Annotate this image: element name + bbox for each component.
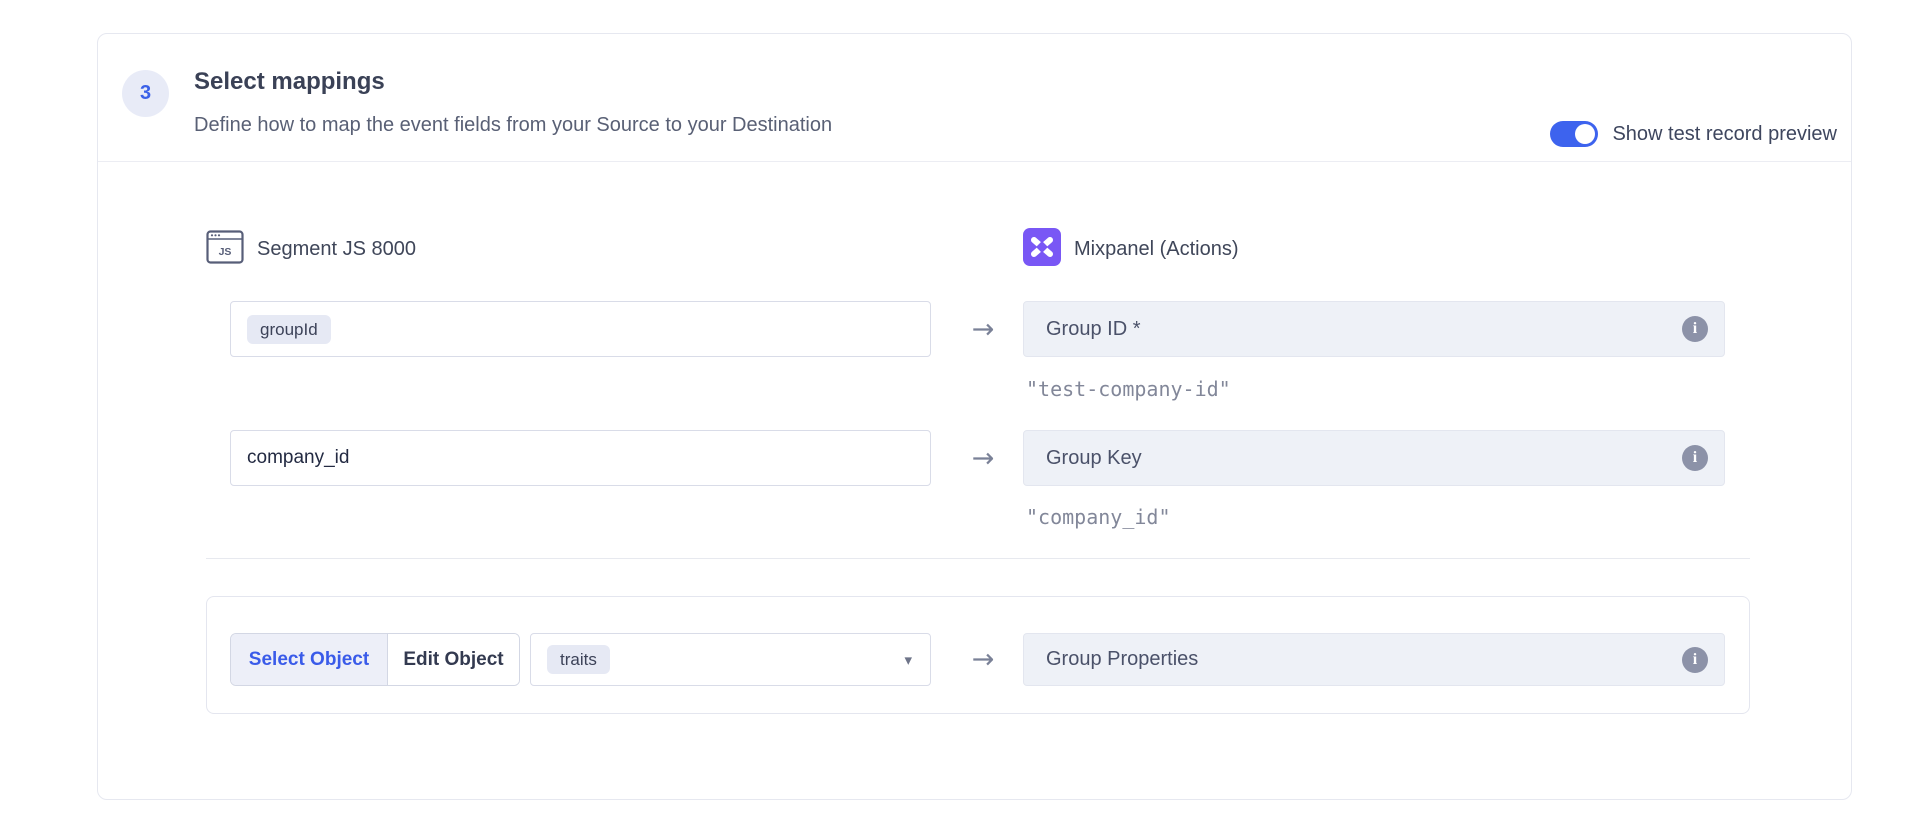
source-name: Segment JS 8000 [257, 238, 416, 261]
test-record-preview-value: "company_id" [1026, 505, 1171, 529]
mapping-arrow-icon: → [953, 430, 1013, 486]
info-icon[interactable]: i [1682, 647, 1708, 673]
info-icon[interactable]: i [1682, 316, 1708, 342]
page-subtitle: Define how to map the event fields from … [194, 114, 832, 137]
test-record-preview-toggle-row: Show test record preview [1550, 120, 1837, 148]
edit-object-button[interactable]: Edit Object [388, 634, 519, 685]
header-divider [98, 161, 1851, 162]
step-number-badge: 3 [122, 70, 169, 117]
source-token-chip[interactable]: groupId [247, 315, 331, 344]
js-browser-window-icon: JS [206, 228, 244, 271]
dropdown-token-chip: traits [547, 645, 610, 674]
mixpanel-logo-icon [1023, 228, 1061, 271]
page-title: Select mappings [194, 68, 385, 96]
object-mode-button-group: Select Object Edit Object [230, 633, 520, 686]
select-object-button[interactable]: Select Object [231, 634, 388, 685]
source-field-input-groupid[interactable]: groupId [230, 301, 931, 357]
destination-field-label: Group Key [1046, 447, 1142, 470]
select-mappings-card: 3 Select mappings Define how to map the … [97, 33, 1852, 800]
toggle-label: Show test record preview [1612, 123, 1837, 146]
destination-name: Mixpanel (Actions) [1074, 238, 1239, 261]
destination-column-header: Mixpanel (Actions) [1023, 228, 1239, 271]
svg-text:JS: JS [219, 246, 232, 258]
source-column-header: JS Segment JS 8000 [206, 228, 416, 271]
mapping-arrow-icon: → [953, 633, 1013, 686]
info-icon[interactable]: i [1682, 445, 1708, 471]
mapping-arrow-icon: → [953, 301, 1013, 357]
source-input-text: company_id [247, 447, 349, 469]
destination-field-group-properties[interactable]: Group Properties i [1023, 633, 1725, 686]
test-record-preview-value: "test-company-id" [1026, 377, 1231, 401]
toggle-knob [1575, 124, 1595, 144]
destination-field-group-id[interactable]: Group ID * i [1023, 301, 1725, 357]
section-divider [206, 558, 1750, 559]
source-field-input-company-id[interactable]: company_id [230, 430, 931, 486]
destination-field-label: Group ID * [1046, 318, 1140, 341]
destination-field-group-key[interactable]: Group Key i [1023, 430, 1725, 486]
chevron-down-icon: ▾ [904, 651, 912, 669]
show-test-record-toggle[interactable] [1550, 121, 1598, 147]
destination-field-label: Group Properties [1046, 648, 1198, 671]
object-source-dropdown[interactable]: traits ▾ [530, 633, 931, 686]
